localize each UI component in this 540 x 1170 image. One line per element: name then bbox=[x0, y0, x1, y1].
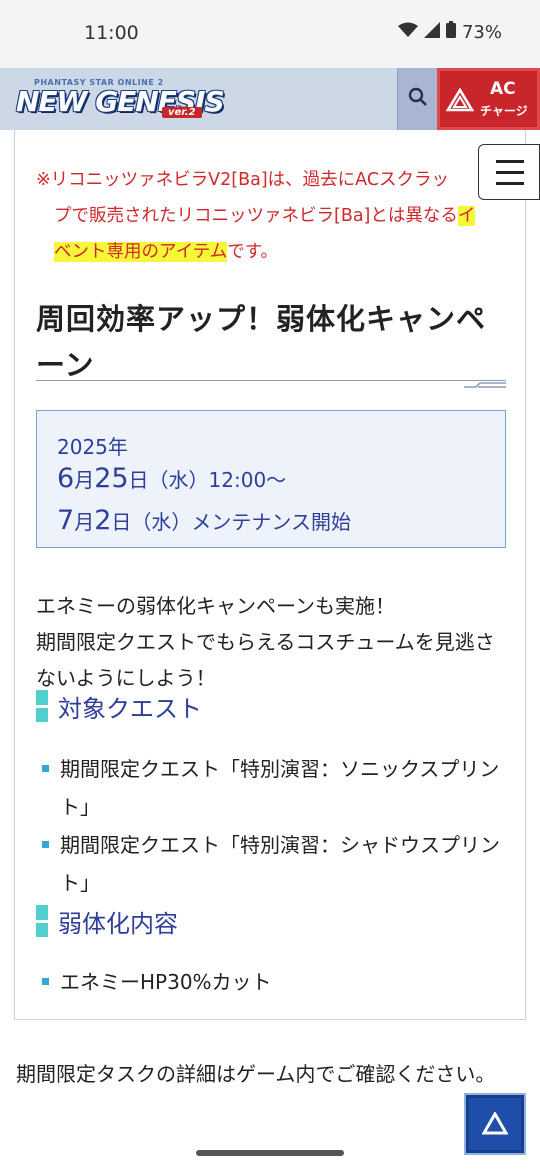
weaken-content-list: エネミーHP30%カット bbox=[40, 963, 502, 1001]
notice-highlight-2: ベント専用のアイテム bbox=[54, 242, 228, 262]
notice-line-3: ベント専用のアイテムです。 bbox=[36, 234, 506, 270]
list-item: エネミーHP30%カット bbox=[40, 963, 502, 1001]
notice-text: ※リコニッツァネビラV2[Ba]は、過去にACスクラッ プで販売されたリコニッツ… bbox=[36, 162, 506, 270]
start-month: 6 bbox=[57, 463, 75, 494]
battery-percent: 73% bbox=[461, 21, 502, 43]
end-month-unit: 月 bbox=[74, 510, 95, 534]
notice-highlight-1: イ bbox=[457, 206, 476, 226]
start-day-unit: 日 bbox=[128, 468, 149, 492]
end-month: 7 bbox=[57, 505, 75, 536]
list-item: 期間限定クエスト「特別演習：シャドウスプリント」 bbox=[40, 826, 502, 902]
status-bar: 11:00 73% bbox=[0, 0, 540, 68]
logo-version: ver.2 bbox=[162, 107, 202, 118]
notice-line-1: ※リコニッツァネビラV2[Ba]は、過去にACスクラッ bbox=[36, 170, 450, 190]
end-day: 2 bbox=[94, 505, 112, 536]
ac-charge-label: チャージ bbox=[480, 104, 528, 118]
weaken-content-heading-text: 弱体化内容 bbox=[58, 909, 178, 938]
site-header: PHANTASY STAR ONLINE 2 NEW GENESIS ver.2… bbox=[0, 68, 540, 130]
end-day-unit: 日 bbox=[111, 510, 132, 534]
description-line-2: 期間限定クエストでもらえるコスチュームを見逃さないようにしよう！ bbox=[36, 630, 495, 690]
section-divider bbox=[36, 380, 506, 381]
period-end: 7月2日（水）メンテナンス開始 bbox=[57, 505, 351, 536]
ac-label: AC bbox=[490, 79, 516, 99]
ac-charge-button[interactable]: AC チャージ bbox=[437, 68, 540, 130]
notice-line-3-text: です。 bbox=[227, 242, 278, 262]
search-icon bbox=[408, 87, 428, 111]
list-item: 期間限定クエスト「特別演習：ソニックスプリント」 bbox=[40, 750, 502, 826]
search-button[interactable] bbox=[397, 68, 437, 130]
section-title: 周回効率アップ！弱体化キャンペーン bbox=[36, 302, 487, 382]
ac-triangle-icon bbox=[445, 87, 475, 116]
footer-note: 期間限定タスクの詳細はゲーム内でご確認ください。 bbox=[16, 1062, 496, 1086]
heading-marker-icon bbox=[36, 905, 48, 937]
wifi-icon bbox=[397, 22, 418, 43]
target-quest-heading: 対象クエスト bbox=[36, 690, 202, 723]
weaken-content-heading: 弱体化内容 bbox=[36, 905, 178, 938]
campaign-period-box: 2025年 6月25日（水）12:00～ 7月2日（水）メンテナンス開始 bbox=[36, 410, 506, 548]
description-line-1: エネミーの弱体化キャンペーンも実施！ bbox=[36, 594, 395, 618]
target-quest-list: 期間限定クエスト「特別演習：ソニックスプリント」 期間限定クエスト「特別演習：シ… bbox=[40, 750, 502, 902]
period-year: 2025年 bbox=[57, 435, 128, 459]
end-detail: （水）メンテナンス開始 bbox=[131, 510, 351, 534]
site-logo[interactable]: PHANTASY STAR ONLINE 2 NEW GENESIS ver.2 bbox=[14, 76, 246, 122]
notice-line-2-text: プで販売されたリコニッツァネビラ[Ba]とは異なる bbox=[54, 206, 458, 226]
status-time: 11:00 bbox=[84, 22, 139, 44]
heading-marker-icon bbox=[36, 690, 48, 722]
target-quest-heading-text: 対象クエスト bbox=[58, 694, 202, 723]
campaign-description: エネミーの弱体化キャンペーンも実施！ 期間限定クエストでもらえるコスチュームを見… bbox=[36, 588, 506, 696]
divider-decoration-icon bbox=[464, 374, 506, 393]
start-day: 25 bbox=[94, 463, 129, 494]
signal-icon bbox=[423, 21, 440, 43]
start-month-unit: 月 bbox=[74, 468, 95, 492]
hamburger-menu-icon[interactable] bbox=[478, 144, 540, 200]
gesture-home-bar[interactable] bbox=[196, 1150, 344, 1156]
arrow-up-icon bbox=[481, 1111, 509, 1140]
back-to-top-button[interactable] bbox=[464, 1093, 526, 1155]
notice-line-2: プで販売されたリコニッツァネビラ[Ba]とは異なるイ bbox=[36, 198, 506, 234]
battery-icon bbox=[445, 21, 456, 43]
period-start: 6月25日（水）12:00～ bbox=[57, 463, 286, 494]
start-detail: （水）12:00～ bbox=[148, 468, 287, 492]
